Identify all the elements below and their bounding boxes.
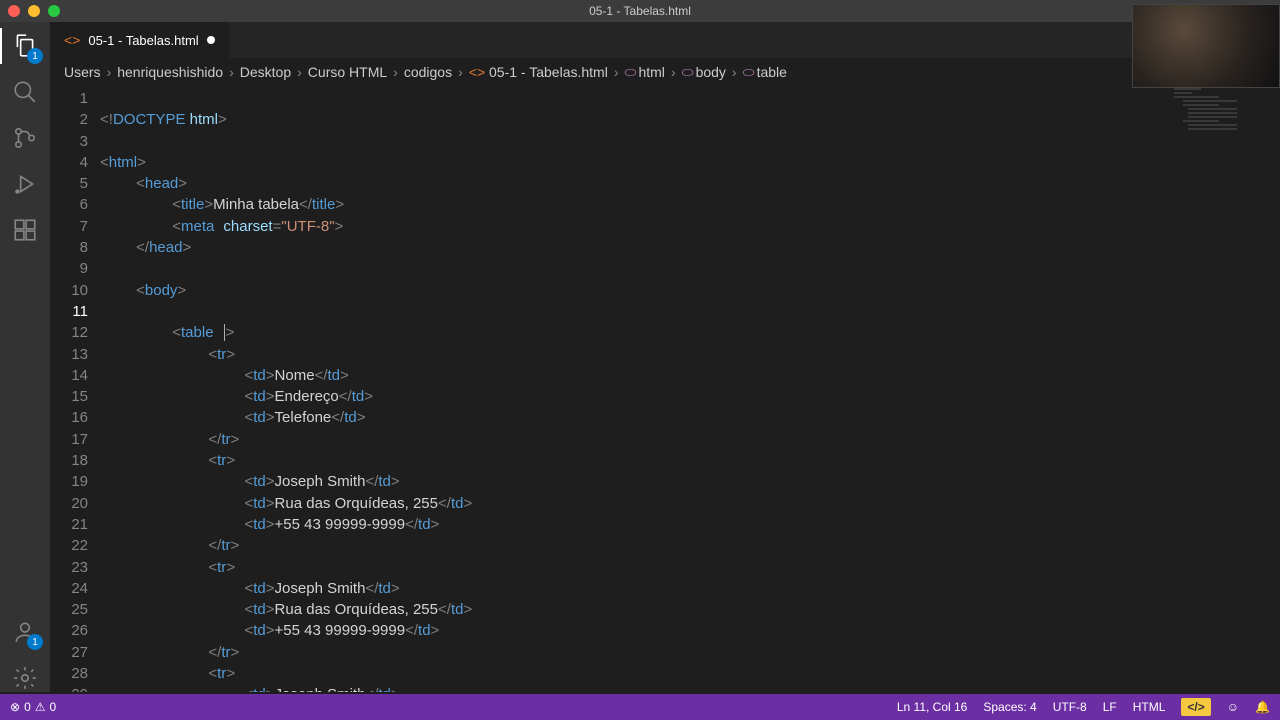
- minimap[interactable]: [1174, 86, 1264, 166]
- status-feedback-icon[interactable]: ☺: [1227, 700, 1239, 714]
- code-editor[interactable]: <!DOCTYPE html> <html> <head> <title>Min…: [100, 86, 1280, 692]
- status-encoding[interactable]: UTF-8: [1053, 700, 1087, 714]
- maximize-window-button[interactable]: [48, 5, 60, 17]
- error-icon: ⊗: [10, 700, 20, 714]
- html-file-icon: <>: [64, 32, 80, 48]
- close-window-button[interactable]: [8, 5, 20, 17]
- minimize-window-button[interactable]: [28, 5, 40, 17]
- status-bell-icon[interactable]: 🔔: [1255, 700, 1270, 714]
- window-title: 05-1 - Tabelas.html: [589, 4, 691, 18]
- unsaved-indicator-icon: [207, 36, 215, 44]
- status-eol[interactable]: LF: [1103, 700, 1117, 714]
- settings-gear-icon[interactable]: [11, 664, 39, 692]
- status-live-badge[interactable]: </>: [1181, 698, 1210, 716]
- account-badge: 1: [27, 634, 43, 650]
- status-cursor[interactable]: Ln 11, Col 16: [897, 700, 968, 714]
- title-bar: 05-1 - Tabelas.html: [0, 0, 1280, 22]
- status-problems[interactable]: ⊗0 ⚠0: [10, 700, 56, 714]
- status-language[interactable]: HTML: [1133, 700, 1166, 714]
- search-icon[interactable]: [11, 78, 39, 106]
- line-gutter: 123 456 789 101112 131415 161718 192021 …: [50, 86, 100, 692]
- breadcrumb[interactable]: Users› henriqueshishido› Desktop› Curso …: [50, 58, 1280, 86]
- status-indentation[interactable]: Spaces: 4: [983, 700, 1036, 714]
- account-icon[interactable]: 1: [11, 618, 39, 646]
- status-bar: ⊗0 ⚠0 Ln 11, Col 16 Spaces: 4 UTF-8 LF H…: [0, 694, 1280, 720]
- activity-bar: 1 1: [0, 22, 50, 692]
- explorer-badge: 1: [27, 48, 43, 64]
- tab-label: 05-1 - Tabelas.html: [88, 33, 198, 48]
- explorer-icon[interactable]: 1: [11, 32, 39, 60]
- tab-tabelas[interactable]: <> 05-1 - Tabelas.html: [50, 22, 229, 58]
- source-control-icon[interactable]: [11, 124, 39, 152]
- warning-icon: ⚠: [35, 700, 46, 714]
- debug-icon[interactable]: [11, 170, 39, 198]
- window-controls: [8, 5, 60, 17]
- tab-bar: <> 05-1 - Tabelas.html: [50, 22, 1280, 58]
- text-cursor: [224, 324, 225, 341]
- extensions-icon[interactable]: [11, 216, 39, 244]
- webcam-overlay: [1132, 4, 1280, 88]
